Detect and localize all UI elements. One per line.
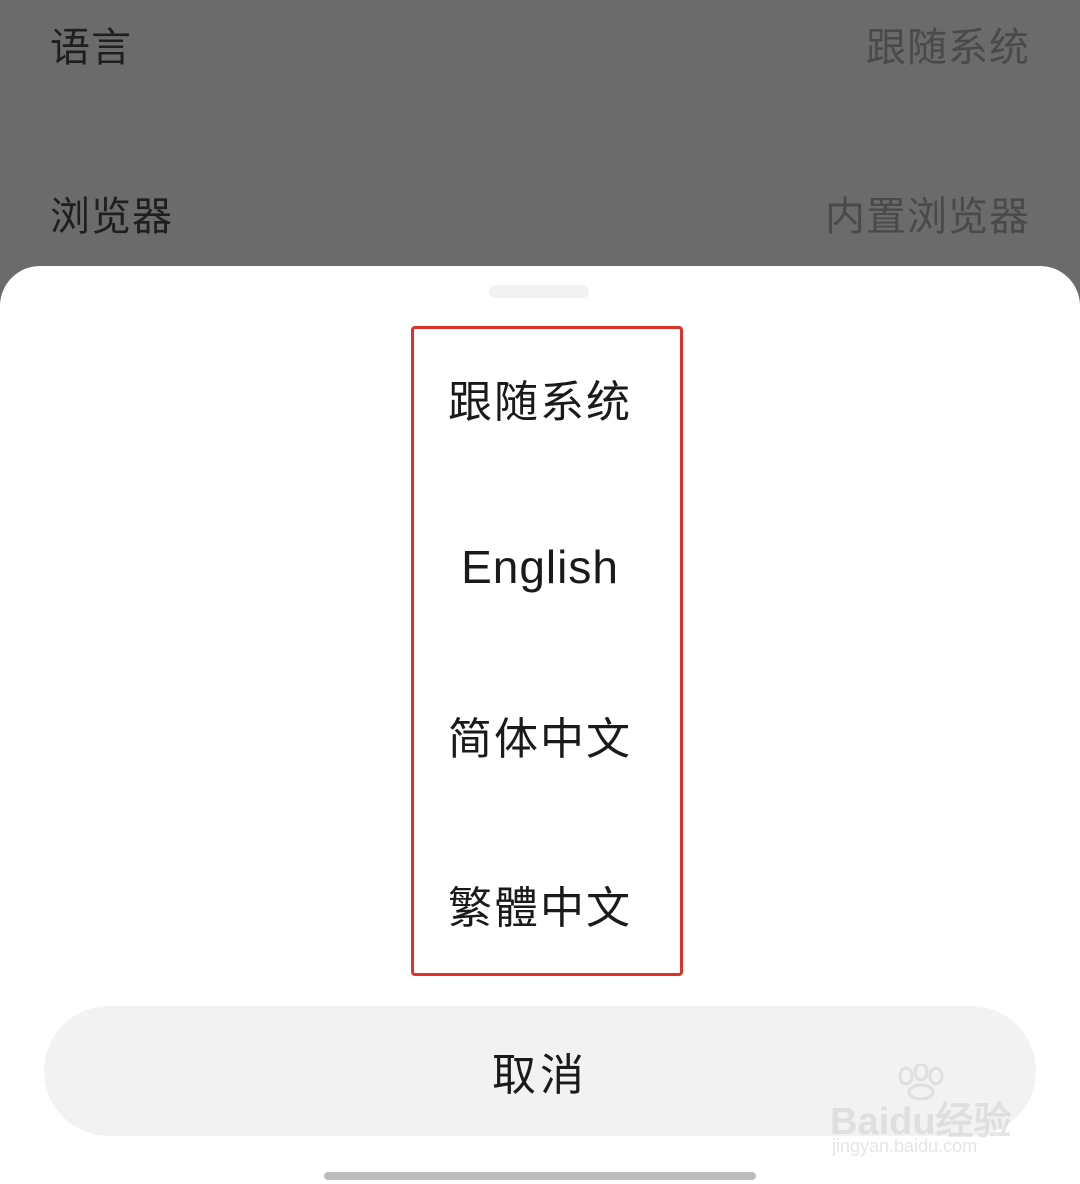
screen: 语言 跟随系统 浏览器 内置浏览器 跟随系统 English 简体中文 繁體中文… [0,0,1080,1184]
sheet-grabber-handle[interactable] [489,285,589,298]
setting-row-language: 语言 跟随系统 [50,14,1030,74]
cancel-button[interactable]: 取消 [44,1006,1036,1136]
language-bottom-sheet: 跟随系统 English 简体中文 繁體中文 取消 [0,266,1080,1184]
settings-list-dimmed: 语言 跟随系统 浏览器 内置浏览器 [0,0,1080,300]
language-option-traditional-chinese[interactable]: 繁體中文 [0,844,1080,964]
language-option-follow-system[interactable]: 跟随系统 [0,338,1080,458]
language-option-simplified-chinese[interactable]: 简体中文 [0,675,1080,795]
setting-label-language: 语言 [50,25,132,71]
language-option-english[interactable]: English [0,507,1080,627]
home-indicator [324,1172,756,1180]
setting-value-browser: 内置浏览器 [825,194,1030,240]
setting-label-browser: 浏览器 [50,194,173,240]
setting-value-language: 跟随系统 [866,25,1030,71]
setting-row-browser: 浏览器 内置浏览器 [50,183,1030,243]
